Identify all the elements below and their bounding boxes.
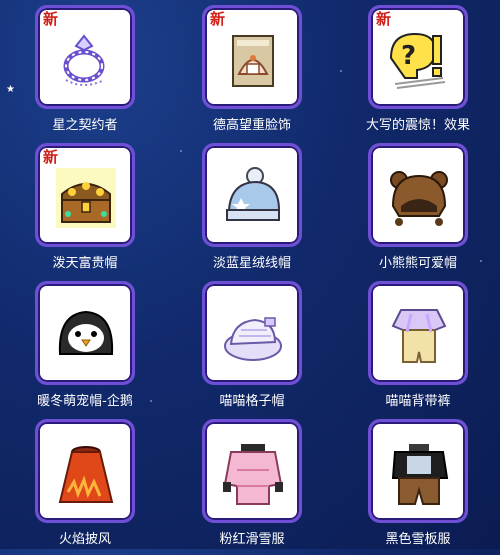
item-card[interactable] <box>368 281 468 385</box>
item-pink-ski-suit[interactable]: 粉红滑雪服 <box>187 419 307 555</box>
item-meow-plaid-cap[interactable]: 喵喵格子帽 <box>187 281 307 417</box>
item-card[interactable]: 新 <box>35 5 135 109</box>
item-penguin-hat[interactable]: 暖冬萌宠帽-企鹅 <box>20 281 140 417</box>
item-label: 小熊熊可爱帽 <box>378 256 457 271</box>
item-star-contract[interactable]: 新 星之契约者 <box>20 5 140 141</box>
item-label: 淡蓝星绒线帽 <box>212 256 291 271</box>
new-badge: 新 <box>43 148 59 166</box>
item-wealth-hat[interactable]: 新 泼天富贵帽 <box>20 143 140 279</box>
item-card[interactable] <box>35 281 135 385</box>
item-respected-face-accessory[interactable]: 新 德高望重脸饰 <box>187 5 307 141</box>
item-card[interactable] <box>202 419 302 523</box>
item-label: 德高望重脸饰 <box>212 118 291 133</box>
item-label: 星之契约者 <box>52 118 118 133</box>
item-card[interactable]: 新 <box>202 5 302 109</box>
item-flame-cape[interactable]: 火焰披风 <box>20 419 140 555</box>
item-card[interactable] <box>368 143 468 247</box>
blue-beanie-icon <box>221 166 285 230</box>
pink-ski-suit-icon <box>221 442 285 506</box>
bear-hat-icon <box>387 166 451 230</box>
overalls-icon <box>387 304 451 368</box>
new-badge: 新 <box>210 10 226 28</box>
plaid-cap-icon <box>221 304 285 368</box>
penguin-hat-icon <box>54 304 118 368</box>
svg-text:?: ? <box>401 41 416 71</box>
item-label: 泼天富贵帽 <box>52 256 118 271</box>
item-label: 大写的震惊！效果 <box>365 118 470 133</box>
item-card[interactable] <box>202 143 302 247</box>
item-label: 喵喵格子帽 <box>219 394 285 409</box>
item-label: 黑色雪板服 <box>385 532 451 547</box>
new-badge: 新 <box>43 10 59 28</box>
item-label: 火焰披风 <box>58 532 111 547</box>
item-card[interactable] <box>202 281 302 385</box>
new-badge: 新 <box>376 10 392 28</box>
item-card[interactable] <box>35 419 135 523</box>
item-black-snowboard-suit[interactable]: 黑色雪板服 <box>353 419 473 555</box>
item-card[interactable]: 新 ? <box>368 5 468 109</box>
item-card[interactable] <box>368 419 468 523</box>
bracelet-icon <box>54 28 118 92</box>
item-meow-overalls[interactable]: 喵喵背带裤 <box>353 281 473 417</box>
item-card[interactable]: 新 <box>35 143 135 247</box>
treasure-chest-hat-icon <box>54 166 118 230</box>
item-grid: 新 星之契约者 新 德高望重脸饰 新 ? 大写的震惊！效果 新 泼天富贵帽 淡蓝… <box>0 0 500 549</box>
shock-effect-icon: ? <box>387 28 451 92</box>
face-accessory-icon <box>221 28 285 92</box>
item-label: 暖冬萌宠帽-企鹅 <box>37 394 133 409</box>
item-little-bear-hat[interactable]: 小熊熊可爱帽 <box>353 143 473 279</box>
flame-cape-icon <box>54 442 118 506</box>
item-light-blue-star-beanie[interactable]: 淡蓝星绒线帽 <box>187 143 307 279</box>
black-snowboard-suit-icon <box>387 442 451 506</box>
item-big-shock-effect[interactable]: 新 ? 大写的震惊！效果 <box>353 5 473 141</box>
item-label: 喵喵背带裤 <box>385 394 451 409</box>
item-label: 粉红滑雪服 <box>219 532 285 547</box>
